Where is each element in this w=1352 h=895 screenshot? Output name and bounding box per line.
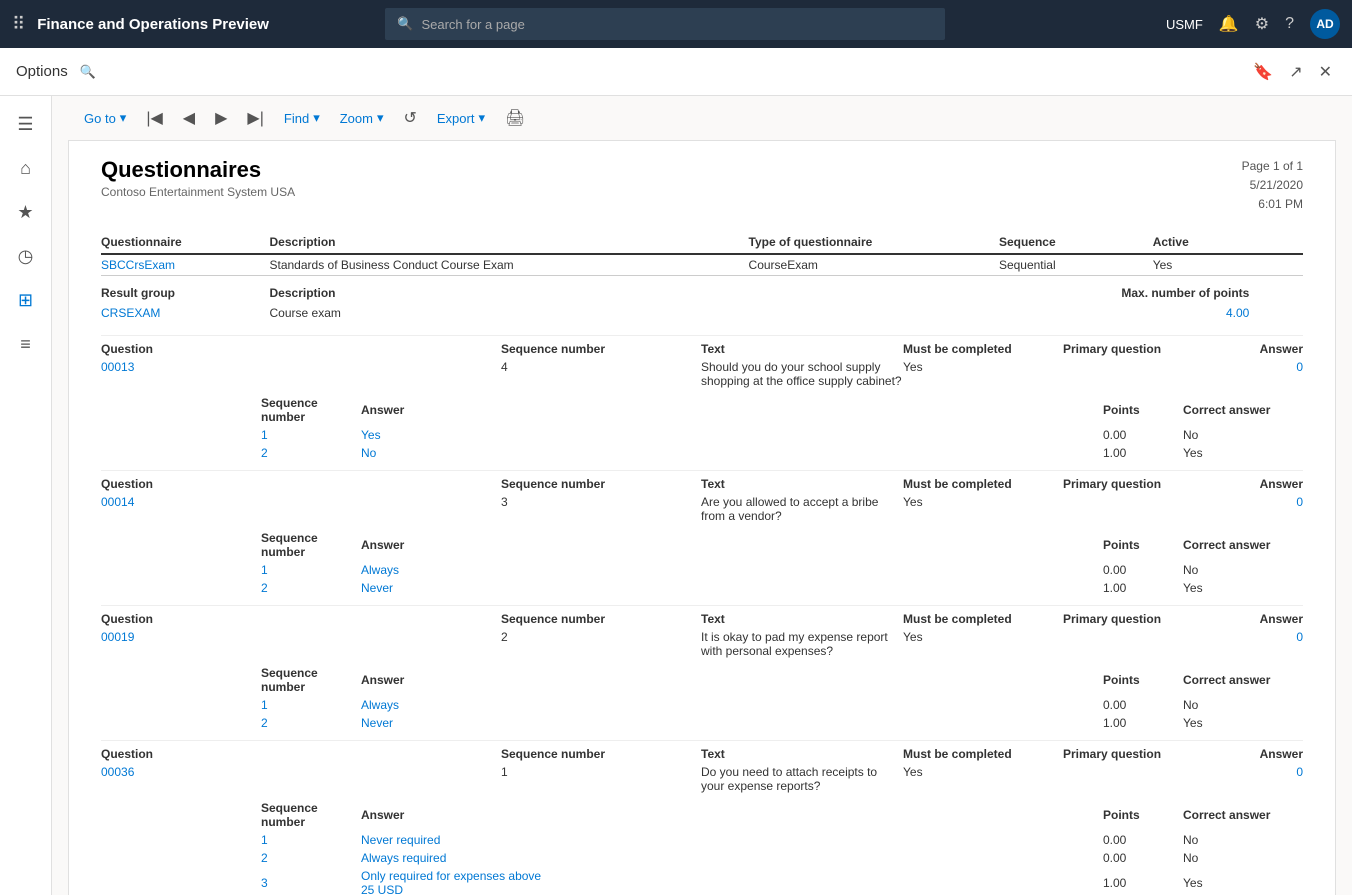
help-icon[interactable]: ? — [1285, 15, 1294, 33]
answer-table: Sequence numberAnswerPointsCorrect answe… — [261, 394, 1303, 462]
prev-page-icon[interactable]: ◀ — [175, 104, 203, 132]
report-header: Questionnaires Contoso Entertainment Sys… — [101, 157, 1303, 215]
col-questionnaire: Questionnaire — [101, 231, 270, 254]
answer-row: 1Never required0.00No — [261, 831, 1303, 849]
app-title: Finance and Operations Preview — [37, 16, 269, 33]
sidebar-item-hamburger[interactable]: ☰ — [6, 104, 46, 144]
question-data-row: 00013 4 Should you do your school supply… — [101, 358, 1303, 394]
main-layout: ☰ ⌂ ★ ◷ ⊞ ≡ Go to ▾ |◀ ◀ ▶ ▶| Find ▾ Zoo… — [0, 96, 1352, 895]
sidebar-item-favorites[interactable]: ★ — [6, 192, 46, 232]
col-description: Description — [270, 231, 749, 254]
questionnaire-code: SBCCrsExam — [101, 258, 175, 272]
export-chevron-icon: ▾ — [478, 110, 485, 126]
report-container: Questionnaires Contoso Entertainment Sys… — [68, 140, 1336, 895]
report-page: Page 1 of 1 — [1242, 157, 1303, 176]
search-input[interactable] — [421, 17, 933, 32]
main-table: Questionnaire Description Type of questi… — [101, 231, 1303, 323]
notification-icon[interactable]: 🔔 — [1219, 14, 1239, 34]
report-time: 6:01 PM — [1242, 195, 1303, 214]
next-page-icon[interactable]: ▶ — [207, 104, 235, 132]
questionnaire-description: Standards of Business Conduct Course Exa… — [270, 254, 749, 276]
secondary-nav-right: 🔖 ↗ ✕ — [1249, 58, 1336, 86]
rg-description-label: Description — [270, 275, 749, 303]
answer-table: Sequence numberAnswerPointsCorrect answe… — [261, 529, 1303, 597]
question-data-row: 00019 2 It is okay to pad my expense rep… — [101, 628, 1303, 664]
settings-icon[interactable]: ⚙ — [1255, 14, 1269, 34]
question-header-row: Question Sequence number Text Must be co… — [101, 335, 1303, 358]
zoom-chevron-icon: ▾ — [377, 110, 384, 126]
rg-max-points: 4.00 — [999, 303, 1257, 323]
question-header-row: Question Sequence number Text Must be co… — [101, 740, 1303, 763]
sidebar-item-recent[interactable]: ◷ — [6, 236, 46, 276]
content-area: Go to ▾ |◀ ◀ ▶ ▶| Find ▾ Zoom ▾ ↺ Export… — [52, 96, 1352, 895]
questions-section: Question Sequence number Text Must be co… — [101, 335, 1303, 895]
grid-menu-icon[interactable]: ⠿ — [12, 14, 25, 35]
refresh-icon[interactable]: ↺ — [395, 104, 424, 132]
question-header-row: Question Sequence number Text Must be co… — [101, 605, 1303, 628]
top-nav: ⠿ Finance and Operations Preview 🔍 USMF … — [0, 0, 1352, 48]
sidebar: ☰ ⌂ ★ ◷ ⊞ ≡ — [0, 96, 52, 895]
last-page-icon[interactable]: ▶| — [239, 104, 271, 132]
result-group-header-row: Result group Description Max. number of … — [101, 275, 1303, 303]
secondary-nav-title: Options — [16, 63, 68, 80]
top-nav-right: USMF 🔔 ⚙ ? AD — [1166, 9, 1340, 39]
report-title: Questionnaires — [101, 157, 295, 183]
avatar[interactable]: AD — [1310, 9, 1340, 39]
first-page-icon[interactable]: |◀ — [138, 104, 170, 132]
answer-row: 1Always0.00No — [261, 561, 1303, 579]
answer-row: 1Yes0.00No — [261, 426, 1303, 444]
secondary-nav: Options 🔍 🔖 ↗ ✕ — [0, 48, 1352, 96]
answer-row: 1Always0.00No — [261, 696, 1303, 714]
report-subtitle: Contoso Entertainment System USA — [101, 185, 295, 199]
col-active: Active — [1153, 231, 1258, 254]
bookmark-icon[interactable]: 🔖 — [1249, 58, 1277, 86]
export-button[interactable]: Export ▾ — [429, 106, 493, 130]
answer-table: Sequence numberAnswerPointsCorrect answe… — [261, 664, 1303, 732]
find-button[interactable]: Find ▾ — [276, 106, 328, 130]
questionnaire-active: Yes — [1153, 254, 1258, 276]
question-header-row: Question Sequence number Text Must be co… — [101, 470, 1303, 493]
sidebar-item-list[interactable]: ≡ — [6, 324, 46, 364]
answer-row: 2Always required0.00No — [261, 849, 1303, 867]
toolbar: Go to ▾ |◀ ◀ ▶ ▶| Find ▾ Zoom ▾ ↺ Export… — [52, 96, 1352, 140]
sidebar-item-home[interactable]: ⌂ — [6, 148, 46, 188]
goto-button[interactable]: Go to ▾ — [76, 106, 134, 130]
goto-chevron-icon: ▾ — [120, 110, 127, 126]
rg-description: Course exam — [270, 303, 749, 323]
report-date: 5/21/2020 — [1242, 176, 1303, 195]
answer-row: 3Only required for expenses above 25 USD… — [261, 867, 1303, 895]
result-group-data-row: CRSEXAM Course exam 4.00 — [101, 303, 1303, 323]
answer-table: Sequence numberAnswerPointsCorrect answe… — [261, 799, 1303, 895]
open-external-icon[interactable]: ↗ — [1285, 58, 1306, 86]
answer-row: 2No1.00Yes — [261, 444, 1303, 462]
questionnaire-row: SBCCrsExam Standards of Business Conduct… — [101, 254, 1303, 276]
company-label: USMF — [1166, 17, 1203, 32]
questionnaire-type: CourseExam — [749, 254, 999, 276]
result-group-label: Result group — [101, 275, 270, 303]
answer-row: 2Never1.00Yes — [261, 714, 1303, 732]
find-chevron-icon: ▾ — [313, 110, 320, 126]
zoom-button[interactable]: Zoom ▾ — [332, 106, 392, 130]
search-bar[interactable]: 🔍 — [385, 8, 945, 40]
rg-max-points-label: Max. number of points — [999, 275, 1257, 303]
close-icon[interactable]: ✕ — [1315, 58, 1336, 86]
question-data-row: 00014 3 Are you allowed to accept a brib… — [101, 493, 1303, 529]
col-sequence: Sequence — [999, 231, 1153, 254]
search-icon: 🔍 — [397, 16, 413, 32]
col-type: Type of questionnaire — [749, 231, 999, 254]
secondary-search-icon[interactable]: 🔍 — [80, 64, 96, 80]
question-data-row: 00036 1 Do you need to attach receipts t… — [101, 763, 1303, 799]
answer-row: 2Never1.00Yes — [261, 579, 1303, 597]
rg-code: CRSEXAM — [101, 306, 160, 320]
report-meta: Page 1 of 1 5/21/2020 6:01 PM — [1242, 157, 1303, 215]
print-icon[interactable]: 🖨 — [497, 104, 533, 132]
sidebar-item-workspaces[interactable]: ⊞ — [6, 280, 46, 320]
questionnaire-sequence: Sequential — [999, 254, 1153, 276]
table-header-row: Questionnaire Description Type of questi… — [101, 231, 1303, 254]
